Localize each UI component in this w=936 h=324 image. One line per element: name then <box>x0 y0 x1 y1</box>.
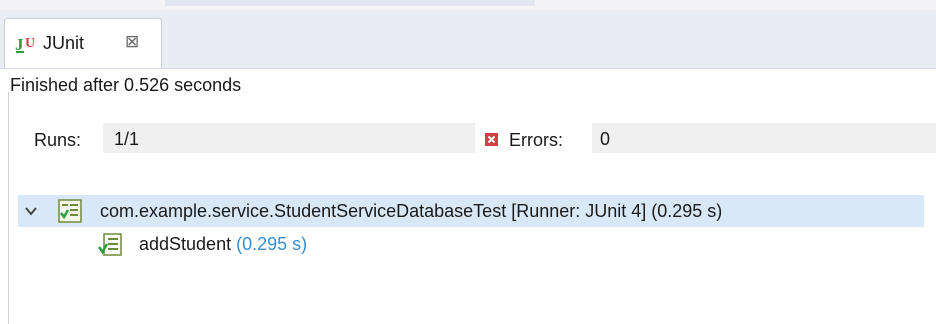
junit-icon: J U <box>15 35 35 54</box>
tree-row-suite[interactable]: com.example.service.StudentServiceDataba… <box>18 195 924 227</box>
runs-label: Runs: <box>34 130 82 150</box>
testcase-label: addStudent (0.295 s) <box>139 234 307 255</box>
test-suite-icon <box>58 199 82 223</box>
errors-field: 0 <box>592 123 936 153</box>
tab-junit[interactable]: J U JUnit ⊠ <box>4 18 162 68</box>
svg-text:U: U <box>25 36 35 51</box>
errors-label: Errors: <box>509 130 563 150</box>
stats-row: Runs: 1/1 Errors: 0 <box>0 120 936 160</box>
error-icon <box>485 133 498 146</box>
runs-value: 1/1 <box>114 129 140 149</box>
close-icon[interactable]: ⊠ <box>125 32 139 52</box>
testcase-time: (0.295 s) <box>236 234 308 254</box>
tree-row-testcase[interactable]: addStudent (0.295 s) <box>0 229 936 259</box>
status-text: Finished after 0.526 seconds <box>10 75 242 95</box>
top-accent-bar <box>165 0 535 6</box>
view-tab-bar: J U JUnit ⊠ <box>0 10 936 69</box>
errors-value: 0 <box>600 129 611 149</box>
runs-field: 1/1 <box>103 123 475 153</box>
chevron-down-icon[interactable] <box>24 204 38 218</box>
suite-label: com.example.service.StudentServiceDataba… <box>100 201 723 221</box>
test-case-pass-icon <box>98 233 122 256</box>
tab-label: JUnit <box>43 33 85 53</box>
testcase-name: addStudent <box>139 234 232 254</box>
